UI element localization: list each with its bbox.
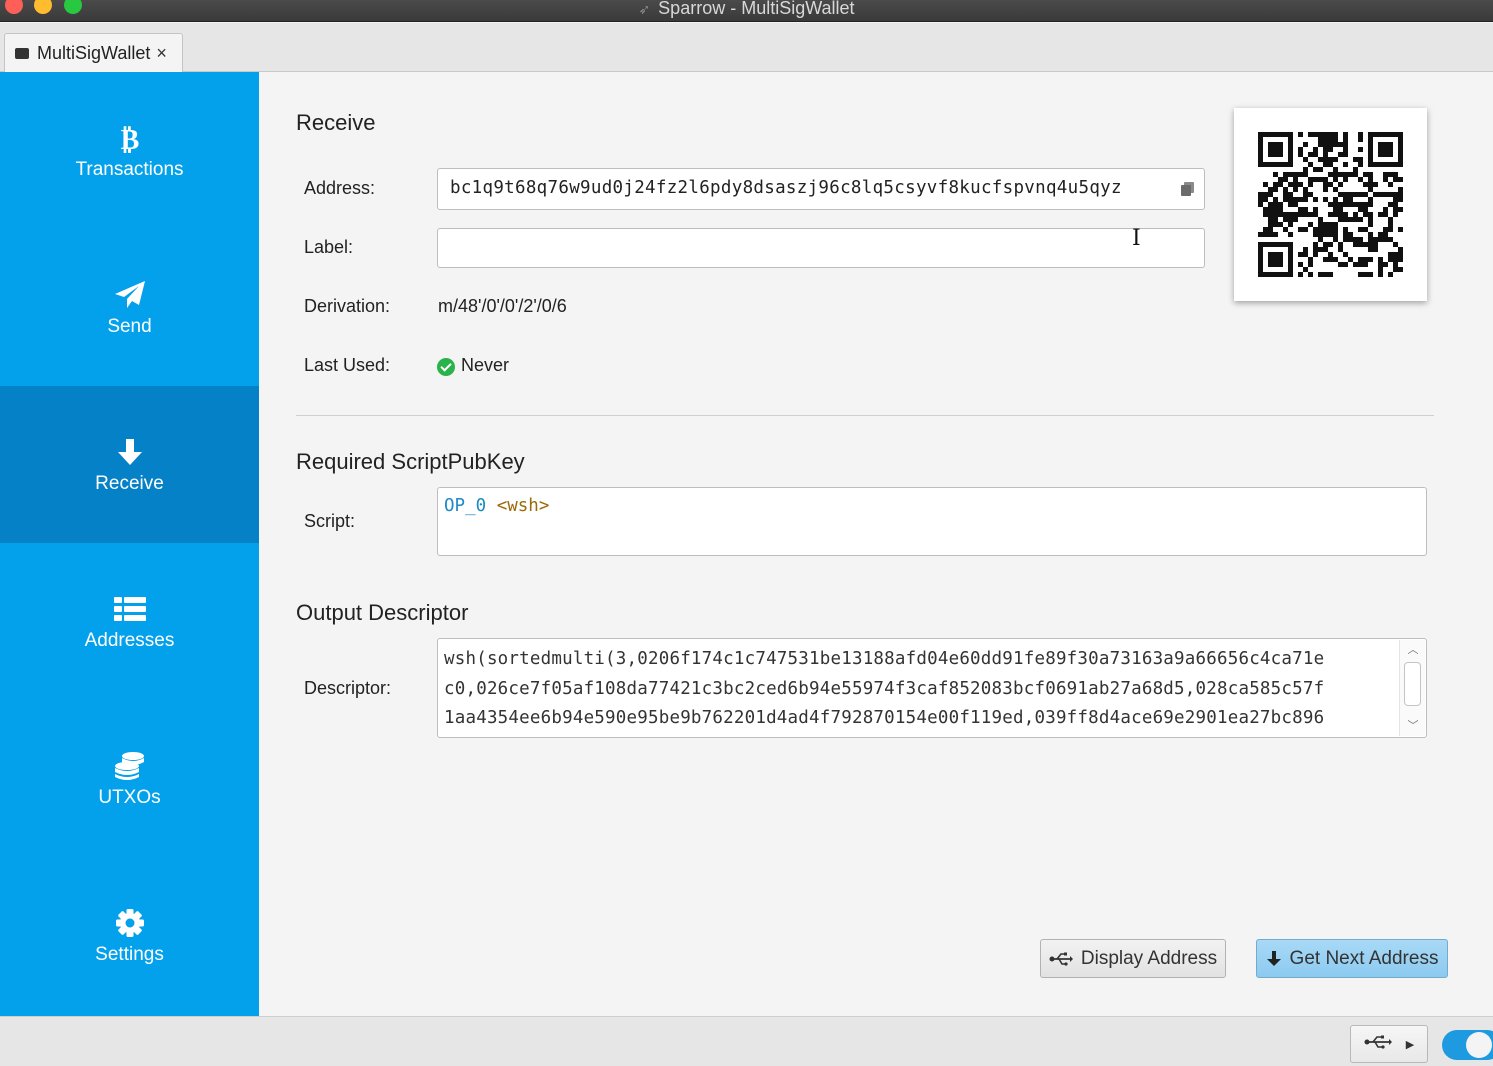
qr-code-icon (1258, 132, 1403, 277)
usb-icon (1364, 1035, 1392, 1054)
address-field[interactable]: bc1q9t68q76w9ud0j24fz2l6pdy8dsaszj96c8lq… (437, 168, 1205, 210)
bitcoin-icon: ₿ (117, 121, 143, 155)
label-label: Label: (304, 237, 354, 257)
sidebar-item-addresses[interactable]: Addresses (0, 543, 259, 700)
derivation-value: m/48'/0'/0'/2'/0/6 (438, 296, 567, 316)
descriptor-line: c0,026ce7f05af108da77421c3bc2ced6b94e559… (444, 678, 1325, 699)
connection-toggle[interactable] (1442, 1030, 1493, 1060)
last-used-value: Never (461, 355, 510, 375)
descriptor-label: Descriptor: (304, 678, 392, 698)
scriptpubkey-title: Required ScriptPubKey (296, 449, 525, 474)
address-qr-code (1234, 108, 1427, 301)
script-field[interactable]: OP_0 <wsh> (437, 487, 1427, 556)
sidebar-item-utxos[interactable]: UTXOs (0, 700, 259, 857)
sidebar: ₿ Transactions Send Receive Addresses UT… (0, 72, 259, 1016)
svg-text:₿: ₿ (120, 123, 139, 153)
script-argument: <wsh> (496, 496, 550, 516)
address-value: bc1q9t68q76w9ud0j24fz2l6pdy8dsaszj96c8lq… (450, 178, 1122, 198)
display-address-button[interactable]: Display Address (1040, 939, 1226, 978)
scroll-up-icon[interactable]: ︿ (1400, 642, 1426, 658)
tab-multisigwallet[interactable]: MultiSigWallet × (4, 33, 183, 72)
sidebar-item-receive[interactable]: Receive (0, 386, 259, 543)
sidebar-item-label: Send (107, 315, 152, 337)
sidebar-item-label: Addresses (84, 629, 175, 651)
sidebar-item-transactions[interactable]: ₿ Transactions (0, 72, 259, 229)
receive-panel: Receive Address: bc1q9t68q76w9ud0j24fz2l… (259, 72, 1493, 1016)
wallet-icon (15, 47, 29, 59)
descriptor-line: wsh(sortedmulti(3,0206f174c1c747531be131… (444, 649, 1325, 669)
tab-bar: MultiSigWallet × (0, 23, 1493, 72)
receive-title: Receive (296, 110, 376, 135)
scroll-down-icon[interactable]: ﹀ (1400, 718, 1426, 734)
descriptor-field[interactable]: wsh(sortedmulti(3,0206f174c1c747531be131… (437, 638, 1427, 738)
check-circle-icon (437, 358, 455, 376)
copy-icon[interactable] (1181, 182, 1194, 196)
sparrow-logo-icon: ➶ (638, 1, 651, 17)
get-next-address-button[interactable]: Get Next Address (1256, 939, 1448, 978)
descriptor-title: Output Descriptor (296, 600, 469, 625)
get-next-address-label: Get Next Address (1289, 947, 1439, 969)
status-bar: ▶ (0, 1016, 1493, 1066)
section-divider (296, 415, 1434, 416)
arrow-down-icon (1266, 950, 1282, 967)
sidebar-item-send[interactable]: Send (0, 229, 259, 386)
toggle-knob (1466, 1032, 1492, 1058)
gear-icon (115, 906, 145, 940)
script-opcode: OP_0 (444, 496, 487, 516)
derivation-label: Derivation: (304, 296, 391, 316)
scroll-thumb[interactable] (1404, 662, 1421, 706)
play-arrow-icon: ▶ (1405, 1038, 1415, 1051)
tab-label: MultiSigWallet (37, 42, 151, 63)
window-title: ➶ Sparrow - MultiSigWallet (638, 0, 855, 18)
last-used-label: Last Used: (304, 355, 391, 375)
hardware-wallet-button[interactable]: ▶ (1350, 1025, 1428, 1063)
descriptor-scrollbar[interactable]: ︿ ﹀ (1399, 640, 1425, 736)
sidebar-item-label: UTXOs (98, 786, 161, 808)
sidebar-item-label: Receive (95, 472, 164, 494)
script-label: Script: (304, 511, 356, 531)
address-label: Address: (304, 178, 376, 198)
list-icon (113, 592, 146, 626)
text-cursor-icon: I (1132, 226, 1141, 251)
arrow-down-icon (116, 435, 144, 469)
coins-icon (113, 749, 147, 783)
tab-close-icon[interactable]: × (156, 43, 167, 64)
sidebar-item-label: Settings (95, 943, 164, 965)
descriptor-text: wsh(sortedmulti(3,0206f174c1c747531be131… (444, 645, 1324, 734)
usb-icon (1049, 952, 1073, 966)
display-address-label: Display Address (1080, 947, 1218, 969)
sidebar-item-label: Transactions (75, 158, 184, 180)
paper-plane-icon (114, 278, 146, 312)
descriptor-line: 1aa4354ee6b94e590e95be9b762201d4ad4f7928… (444, 708, 1325, 728)
sidebar-item-settings[interactable]: Settings (0, 857, 259, 1014)
label-input[interactable] (437, 228, 1205, 268)
title-bar: ➶ Sparrow - MultiSigWallet (0, 0, 1493, 22)
